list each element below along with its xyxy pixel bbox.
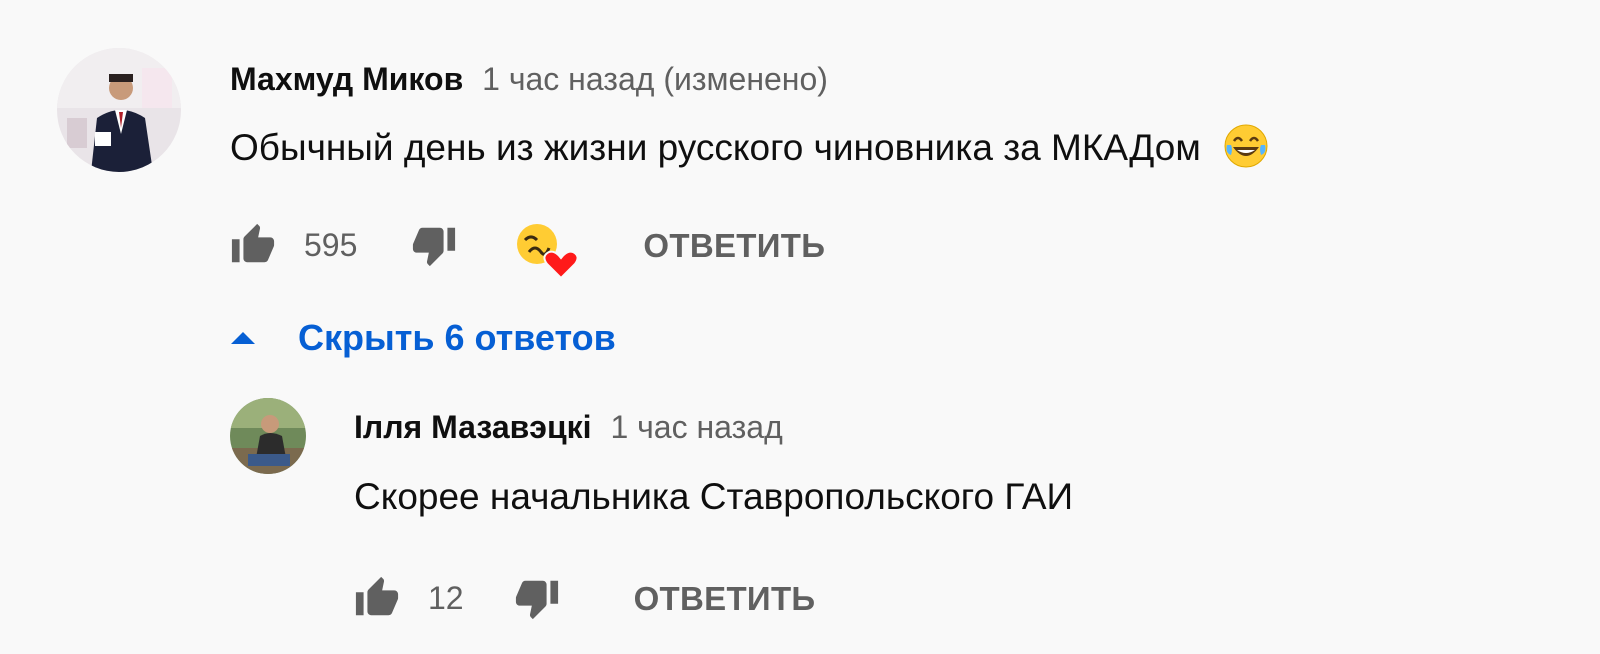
like-button[interactable] — [230, 222, 276, 268]
author-name[interactable]: Махмуд Миков — [230, 61, 463, 97]
reply-text: Скорее начальника Ставропольского ГАИ — [354, 476, 1074, 517]
reply-avatar-image — [230, 398, 306, 474]
comment-actions: 595 ОТВЕТИТЬ — [230, 222, 825, 280]
hide-replies-label: Скрыть 6 ответов — [298, 317, 616, 358]
timestamp[interactable]: 1 час назад (изменено) — [482, 61, 828, 97]
reply-author-name[interactable]: Ілля Мазавэцкі — [354, 409, 592, 445]
like-count: 595 — [304, 227, 358, 263]
thumb-up-icon — [231, 223, 275, 263]
comment-text: Обычный день из жизни русского чиновника… — [230, 124, 1269, 173]
hide-replies-toggle[interactable]: Скрыть 6 ответов — [230, 316, 616, 360]
caret-up-icon — [230, 331, 256, 345]
thumb-down-icon — [515, 580, 558, 620]
comment-text-body: Обычный день из жизни русского чиновника… — [230, 126, 1201, 168]
laughing-tears-emoji-icon — [1223, 123, 1269, 169]
reply-timestamp[interactable]: 1 час назад — [610, 409, 782, 445]
creator-heart-icon[interactable] — [515, 222, 578, 280]
comment-header: Махмуд Миков 1 час назад (изменено) — [230, 63, 828, 95]
reply-reply-button[interactable]: ОТВЕТИТЬ — [634, 582, 816, 615]
thumb-down-icon — [413, 227, 456, 267]
reply-like-button[interactable] — [354, 575, 400, 621]
comment-thread: Махмуд Миков 1 час назад (изменено) Обыч… — [0, 0, 1600, 654]
reply-avatar[interactable] — [230, 398, 306, 474]
reply-dislike-button[interactable] — [514, 575, 560, 621]
reply-button[interactable]: ОТВЕТИТЬ — [643, 229, 825, 262]
reply-actions: 12 ОТВЕТИТЬ — [354, 575, 815, 621]
thumb-up-icon — [355, 576, 399, 616]
avatar-image — [57, 48, 181, 172]
avatar[interactable] — [57, 48, 181, 172]
dislike-button[interactable] — [411, 222, 457, 268]
reply-header: Ілля Мазавэцкі 1 час назад — [354, 411, 783, 443]
reply-like-count: 12 — [428, 580, 464, 616]
